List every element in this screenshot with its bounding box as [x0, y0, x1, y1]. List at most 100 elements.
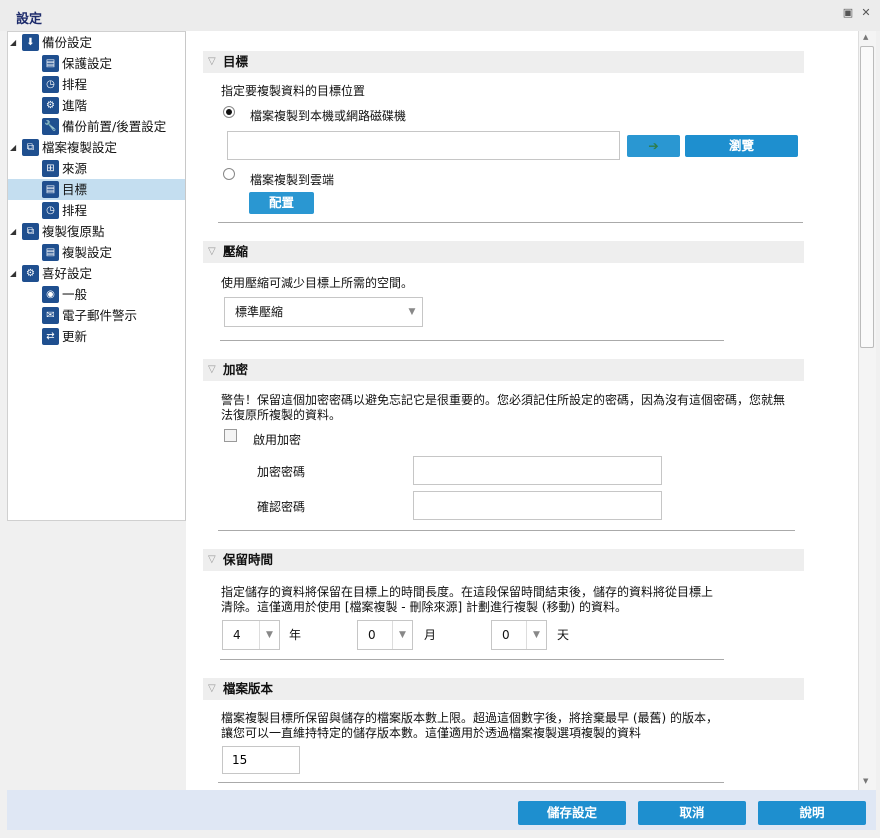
preferences-icon: ⚙ [22, 265, 39, 282]
divider [218, 222, 803, 223]
backup-icon: ⬇ [22, 34, 39, 51]
copy-recovery-icon: ⧉ [22, 223, 39, 240]
password-label: 加密密碼 [257, 465, 306, 479]
network-icon: ⊞ [42, 160, 59, 177]
tree-item[interactable]: ◷ 排程 [8, 74, 185, 95]
confirm-password-input[interactable] [413, 491, 662, 520]
tree-item[interactable]: 🔧 備份前置/後置設定 [8, 116, 185, 137]
clock-icon: ◷ [42, 202, 59, 219]
tree-item[interactable]: ▤ 目標 [8, 179, 185, 200]
days-value: 0 [502, 628, 510, 642]
tree-item-label: 複製復原點 [42, 224, 105, 239]
chevron-down-icon: ▼ [392, 621, 412, 649]
browse-button[interactable]: 瀏覽 [685, 135, 798, 157]
restore-icon[interactable]: ▣ [842, 7, 854, 19]
tree-item[interactable]: ◢ ⚙ 喜好設定 [8, 263, 185, 284]
expand-triangle-icon[interactable]: ◢ [10, 221, 16, 242]
collapse-icon: ▽ [208, 554, 216, 565]
arrow-right-icon: ➔ [648, 138, 659, 153]
section-title: 加密 [223, 362, 249, 377]
section-header-compression[interactable]: ▽ 壓縮 [203, 241, 804, 263]
tree-item-label: 一般 [62, 287, 88, 302]
scrollbar-thumb[interactable] [860, 46, 874, 348]
collapse-icon: ▽ [208, 683, 216, 694]
divider [218, 782, 724, 783]
local-option-label: 檔案複製到本機或網路磁碟機 [250, 109, 407, 123]
cancel-button[interactable]: 取消 [638, 801, 746, 825]
target-icon: ▤ [42, 55, 59, 72]
expand-triangle-icon[interactable]: ◢ [10, 137, 16, 158]
section-header-destination[interactable]: ▽ 目標 [203, 51, 804, 73]
tree-item[interactable]: ⊞ 來源 [8, 158, 185, 179]
confirm-password-label: 確認密碼 [257, 500, 306, 514]
scroll-down-icon[interactable]: ▼ [863, 777, 868, 785]
expand-triangle-icon[interactable]: ◢ [10, 263, 16, 284]
tree-item-label: 電子郵件警示 [62, 308, 138, 323]
tree-item[interactable]: ▤ 複製設定 [8, 242, 185, 263]
tree-item[interactable]: ⇄ 更新 [8, 326, 185, 347]
divider [218, 530, 795, 531]
compression-description: 使用壓縮可減少目標上所需的空間。 [221, 276, 414, 290]
tree-item-label: 複製設定 [62, 245, 113, 260]
expand-triangle-icon[interactable]: ◢ [10, 32, 16, 53]
file-copy-icon: ⧉ [22, 139, 39, 156]
password-input[interactable] [413, 456, 662, 485]
years-select[interactable]: 4 ▼ [222, 620, 280, 650]
cloud-option-label: 檔案複製到雲端 [250, 173, 335, 187]
target-icon: ▤ [42, 181, 59, 198]
tree-item[interactable]: ◢ ⧉ 複製復原點 [8, 221, 185, 242]
versions-input[interactable] [222, 746, 300, 774]
section-header-encryption[interactable]: ▽ 加密 [203, 359, 804, 381]
months-select[interactable]: 0 ▼ [357, 620, 413, 650]
tree-item-label: 來源 [62, 161, 88, 176]
section-title: 壓縮 [223, 244, 249, 259]
tree-item[interactable]: ◢ ⧉ 檔案複製設定 [8, 137, 185, 158]
scroll-up-icon[interactable]: ▲ [863, 33, 868, 41]
tree-item-label: 進階 [62, 98, 88, 113]
destination-path-input[interactable] [227, 131, 620, 160]
compression-select[interactable]: 標準壓縮 ▼ [224, 297, 423, 327]
mail-icon: ✉ [42, 307, 59, 324]
local-radio[interactable] [223, 106, 235, 118]
tree-item-label: 目標 [62, 182, 88, 197]
tree-item[interactable]: ▤ 保護設定 [8, 53, 185, 74]
save-button[interactable]: 儲存設定 [518, 801, 626, 825]
update-icon: ⇄ [42, 328, 59, 345]
tree-item[interactable]: ◷ 排程 [8, 200, 185, 221]
go-button[interactable]: ➔ [627, 135, 680, 157]
section-title: 保留時間 [223, 552, 274, 567]
tree-item-label: 喜好設定 [42, 266, 93, 281]
tree-item[interactable]: ✉ 電子郵件警示 [8, 305, 185, 326]
wrench-icon: 🔧 [42, 118, 59, 135]
target-icon: ▤ [42, 244, 59, 261]
tree-item-label: 備份前置/後置設定 [62, 119, 167, 134]
tree-item-label: 排程 [62, 77, 88, 92]
enable-encryption-checkbox[interactable] [224, 429, 237, 442]
section-header-retention[interactable]: ▽ 保留時間 [203, 549, 804, 571]
configure-button[interactable]: 配置 [249, 192, 314, 214]
section-header-versions[interactable]: ▽ 檔案版本 [203, 678, 804, 700]
close-icon[interactable]: ✕ [860, 7, 872, 19]
collapse-icon: ▽ [208, 364, 216, 375]
tree-item[interactable]: ◢ ⬇ 備份設定 [8, 32, 185, 53]
days-select[interactable]: 0 ▼ [491, 620, 547, 650]
cloud-radio[interactable] [223, 168, 235, 180]
months-label: 月 [424, 628, 437, 642]
versions-description-line2: 讓您可以一直維持特定的儲存版本數。這僅適用於透過檔案複製選項複製的資料 [221, 726, 642, 740]
days-label: 天 [557, 628, 570, 642]
years-value: 4 [233, 628, 241, 642]
destination-description: 指定要複製資料的目標位置 [221, 84, 366, 98]
tree-item[interactable]: ⚙ 進階 [8, 95, 185, 116]
help-button[interactable]: 說明 [758, 801, 866, 825]
settings-tree: ◢ ⬇ 備份設定 ▤ 保護設定 ◷ 排程 ⚙ 進階 🔧 備份前置/後置設定 ◢ ⧉ 檔案複製設定 ⊞ 來源 ▤ 目… [7, 31, 186, 521]
chevron-down-icon: ▼ [408, 307, 416, 317]
divider [220, 659, 724, 660]
months-value: 0 [368, 628, 376, 642]
years-label: 年 [289, 628, 302, 642]
tree-item-label: 排程 [62, 203, 88, 218]
tree-item[interactable]: ◉ 一般 [8, 284, 185, 305]
retention-description-line2: 清除。這僅適用於使用 [檔案複製 - 刪除來源] 計劃進行複製 (移動) 的資料… [221, 600, 627, 614]
encryption-warning-line2: 法復原所複製的資料。 [221, 408, 342, 422]
collapse-icon: ▽ [208, 56, 216, 67]
tree-item-label: 更新 [62, 329, 88, 344]
